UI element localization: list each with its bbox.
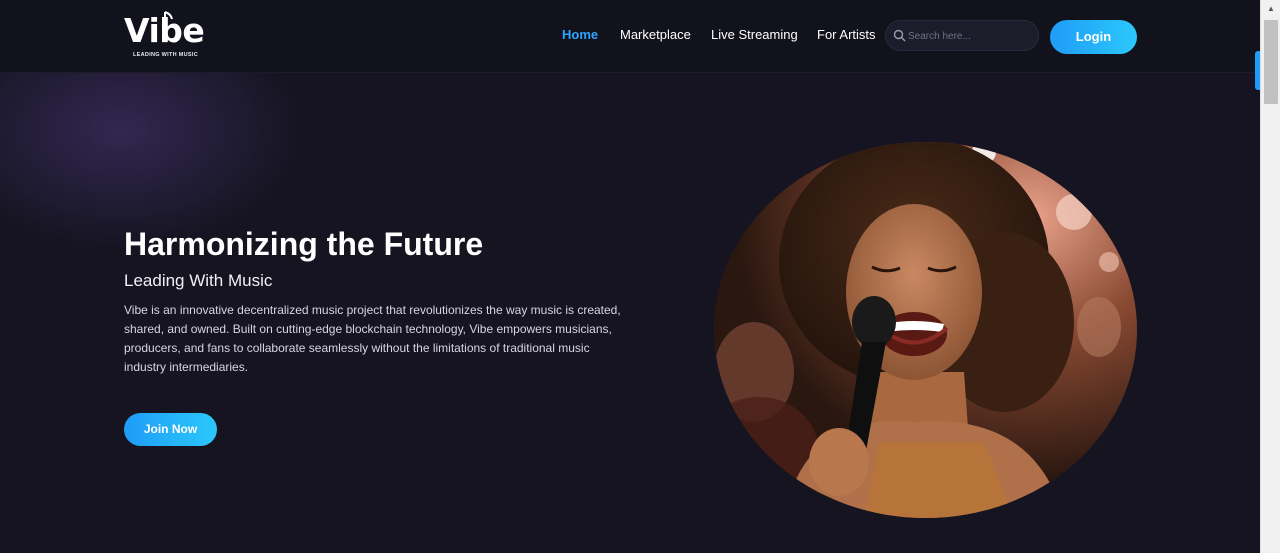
- nav-live-streaming[interactable]: Live Streaming: [711, 27, 798, 45]
- hero-subtitle: Leading With Music: [124, 271, 273, 290]
- music-note-icon: [164, 11, 173, 28]
- join-now-button[interactable]: Join Now: [124, 413, 217, 446]
- hero-description: Vibe is an innovative decentralized musi…: [124, 303, 621, 374]
- login-button[interactable]: Login: [1050, 20, 1137, 54]
- search-icon: [893, 29, 906, 42]
- search-input[interactable]: [908, 26, 1030, 46]
- site-header: Vibe LEADING WITH MUSIC Home Marketplace…: [0, 0, 1260, 73]
- search-box: [885, 20, 1039, 51]
- logo[interactable]: Vibe LEADING WITH MUSIC: [124, 11, 208, 62]
- logo-tagline: LEADING WITH MUSIC: [133, 52, 198, 58]
- page: Vibe LEADING WITH MUSIC Home Marketplace…: [0, 0, 1260, 553]
- hero-singer-image: [714, 142, 1137, 518]
- nav-home[interactable]: Home: [562, 27, 598, 45]
- nav-for-artists[interactable]: For Artists: [817, 27, 876, 45]
- scroll-up-arrow-icon[interactable]: ▲: [1261, 0, 1280, 17]
- hero-title: Harmonizing the Future: [124, 226, 484, 262]
- vertical-scrollbar[interactable]: ▲: [1260, 0, 1280, 553]
- scrollbar-thumb[interactable]: [1264, 20, 1278, 104]
- nav-marketplace[interactable]: Marketplace: [620, 27, 691, 45]
